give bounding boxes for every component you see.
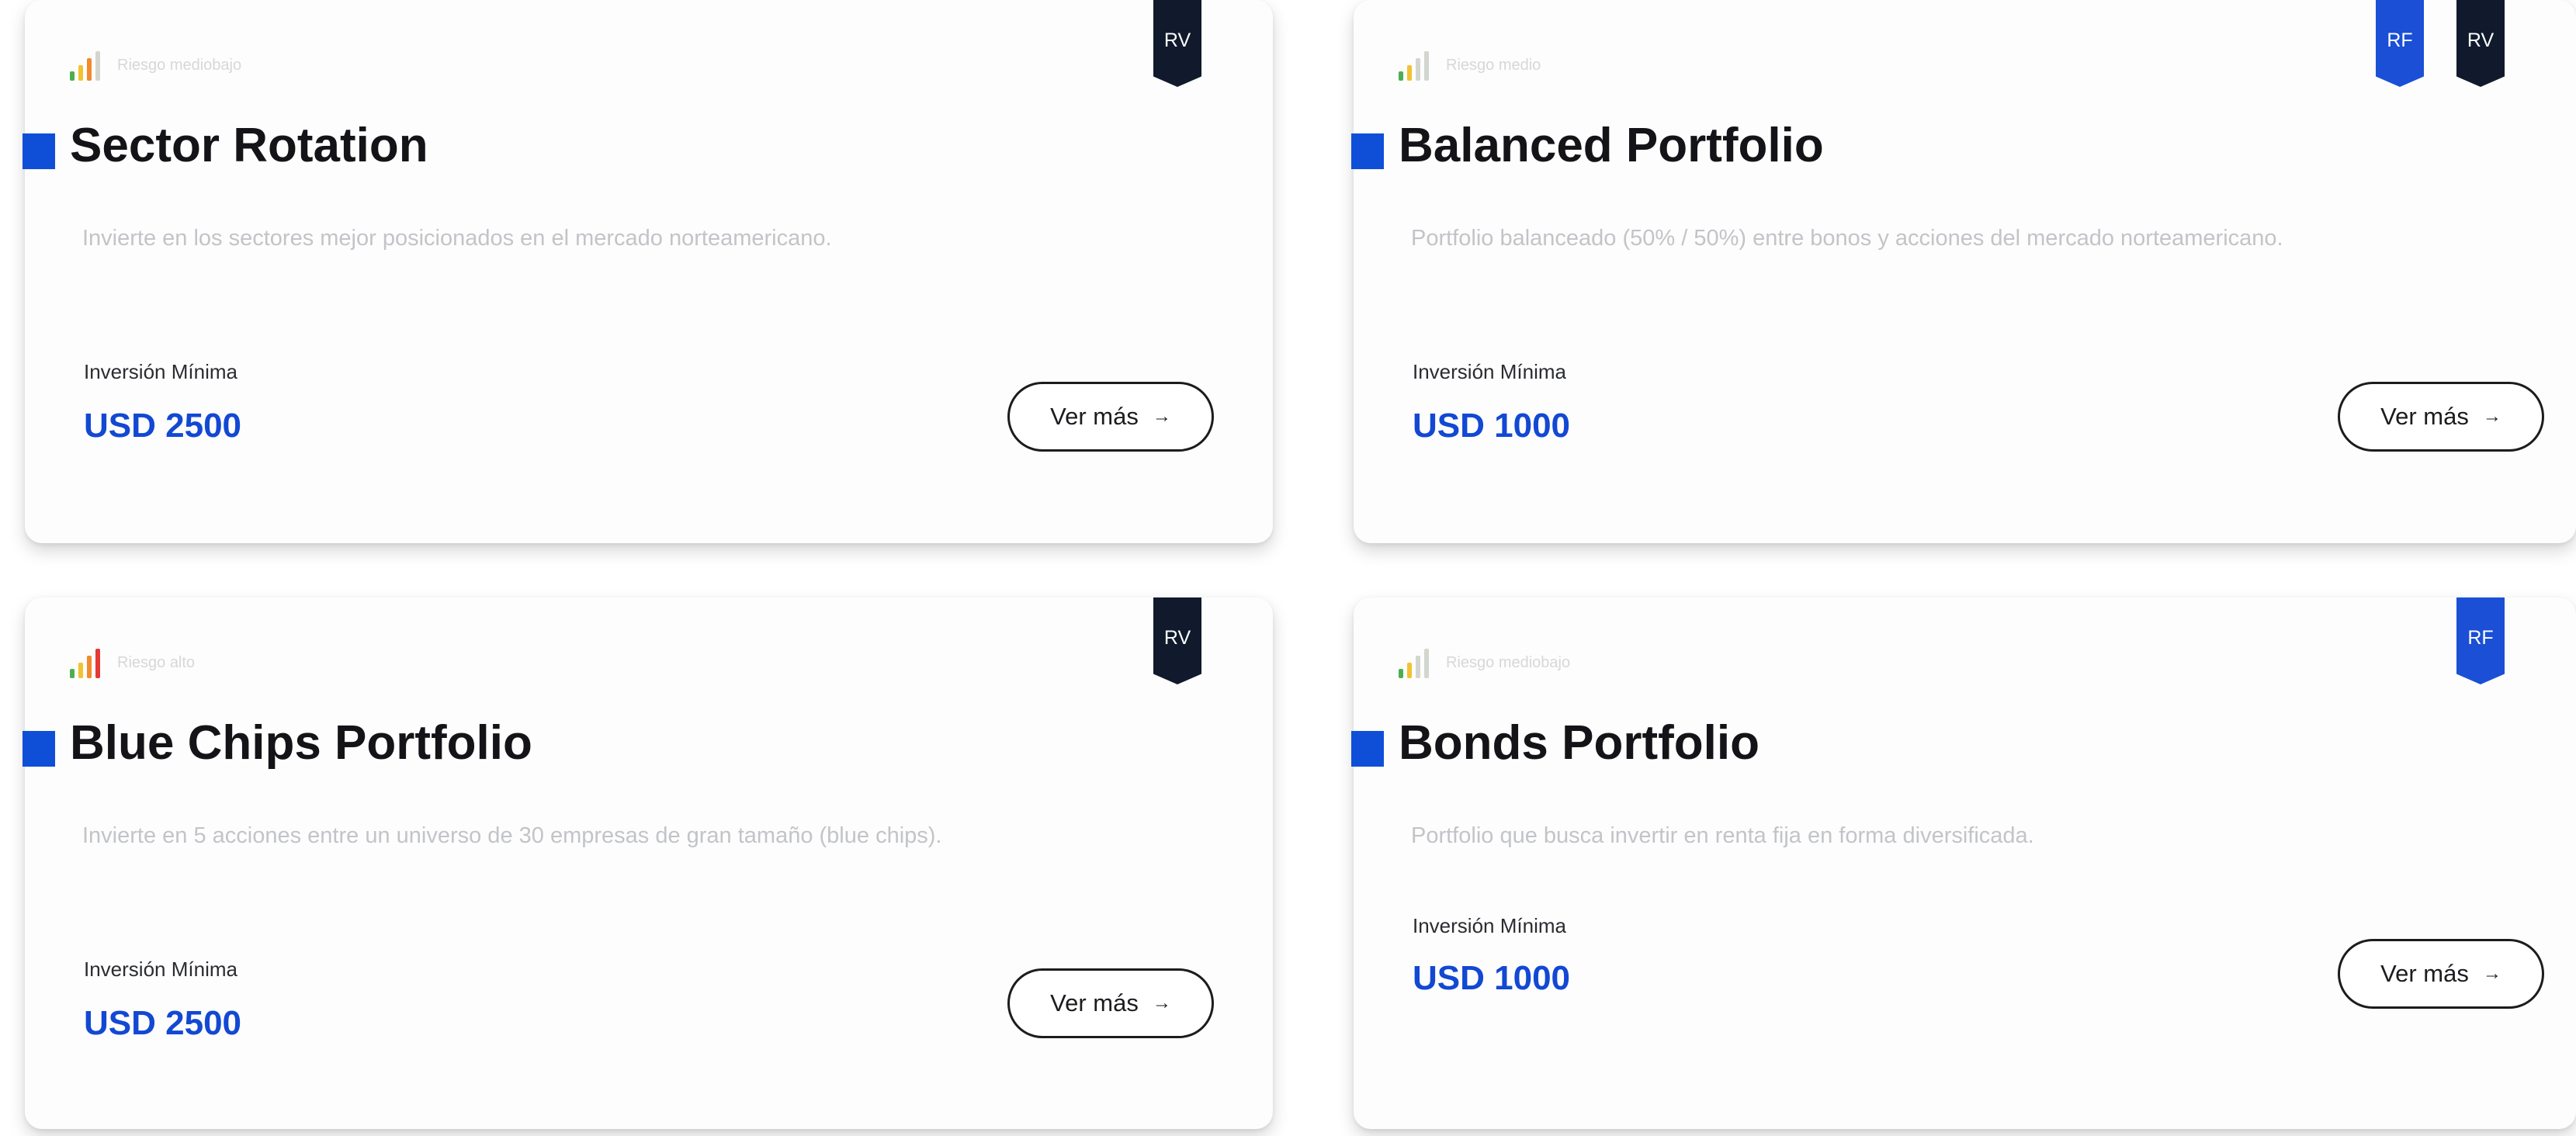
button-label: Ver más [1050, 403, 1139, 430]
card-title: Sector Rotation [70, 119, 428, 172]
portfolio-card-bonds: Riesgo mediobajo RF Bonds Portfolio Port… [1351, 597, 2576, 1129]
ver-mas-button[interactable]: Ver más → [1007, 382, 1214, 452]
card-description: Invierte en 5 acciones entre un universo… [82, 823, 942, 848]
tag-rf: RF [2376, 0, 2424, 87]
investment-label: Inversión Mínima [84, 958, 237, 981]
investment-label: Inversión Mínima [84, 360, 237, 383]
card-title: Balanced Portfolio [1399, 119, 1824, 172]
portfolio-card-blue-chips: Riesgo alto RV Blue Chips Portfolio Invi… [23, 597, 1273, 1129]
risk-indicator: Riesgo alto [70, 647, 195, 678]
arrow-right-icon: → [2482, 406, 2501, 427]
portfolio-card-balanced: Riesgo medio RF RV Balanced Portfolio Po… [1351, 0, 2576, 543]
arrow-right-icon: → [2482, 963, 2501, 984]
tag-rv: RV [2456, 0, 2505, 87]
risk-indicator: Riesgo medio [1399, 50, 1541, 81]
title-marker [1351, 731, 1384, 767]
asset-type-tags: RF [2456, 597, 2505, 684]
button-label: Ver más [2380, 403, 2469, 430]
investment-value: USD 2500 [84, 407, 242, 445]
card-title: Blue Chips Portfolio [70, 716, 532, 770]
risk-level-icon [1399, 647, 1429, 678]
investment-value: USD 1000 [1413, 959, 1571, 997]
investment-label: Inversión Mínima [1413, 914, 1566, 937]
button-label: Ver más [2380, 960, 2469, 987]
risk-level-icon [70, 647, 100, 678]
risk-label: Riesgo mediobajo [117, 56, 242, 74]
tag-rv: RV [1153, 597, 1201, 684]
asset-type-tags: RV [1153, 597, 1201, 684]
risk-label: Riesgo alto [117, 653, 196, 671]
ver-mas-button[interactable]: Ver más → [2338, 382, 2544, 452]
ver-mas-button[interactable]: Ver más → [2338, 939, 2544, 1009]
button-label: Ver más [1050, 989, 1139, 1017]
card-description: Portfolio balanceado (50% / 50%) entre b… [1411, 226, 2283, 251]
risk-indicator: Riesgo mediobajo [70, 50, 241, 81]
tag-rv: RV [1153, 0, 1201, 87]
risk-label: Riesgo mediobajo [1446, 653, 1571, 671]
risk-indicator: Riesgo mediobajo [1399, 647, 1570, 678]
card-description: Invierte en los sectores mejor posiciona… [82, 226, 832, 251]
card-description: Portfolio que busca invertir en renta fi… [1411, 823, 2034, 848]
investment-label: Inversión Mínima [1413, 360, 1566, 383]
title-marker [23, 133, 55, 169]
arrow-right-icon: → [1152, 406, 1171, 427]
asset-type-tags: RV [1153, 0, 1201, 87]
arrow-right-icon: → [1152, 992, 1171, 1013]
tag-rf: RF [2456, 597, 2505, 684]
portfolio-grid-page: { "cards": [ { "risk": "Riesgo mediobajo… [0, 0, 2576, 1136]
card-title: Bonds Portfolio [1399, 716, 1760, 770]
risk-level-icon [1399, 50, 1429, 81]
asset-type-tags: RF RV [2376, 0, 2505, 87]
risk-level-icon [70, 50, 100, 81]
title-marker [23, 731, 55, 767]
investment-value: USD 2500 [84, 1004, 242, 1042]
title-marker [1351, 133, 1384, 169]
risk-label: Riesgo medio [1446, 56, 1541, 74]
ver-mas-button[interactable]: Ver más → [1007, 968, 1214, 1038]
investment-value: USD 1000 [1413, 407, 1571, 445]
portfolio-card-sector-rotation: Riesgo mediobajo RV Sector Rotation Invi… [23, 0, 1273, 543]
